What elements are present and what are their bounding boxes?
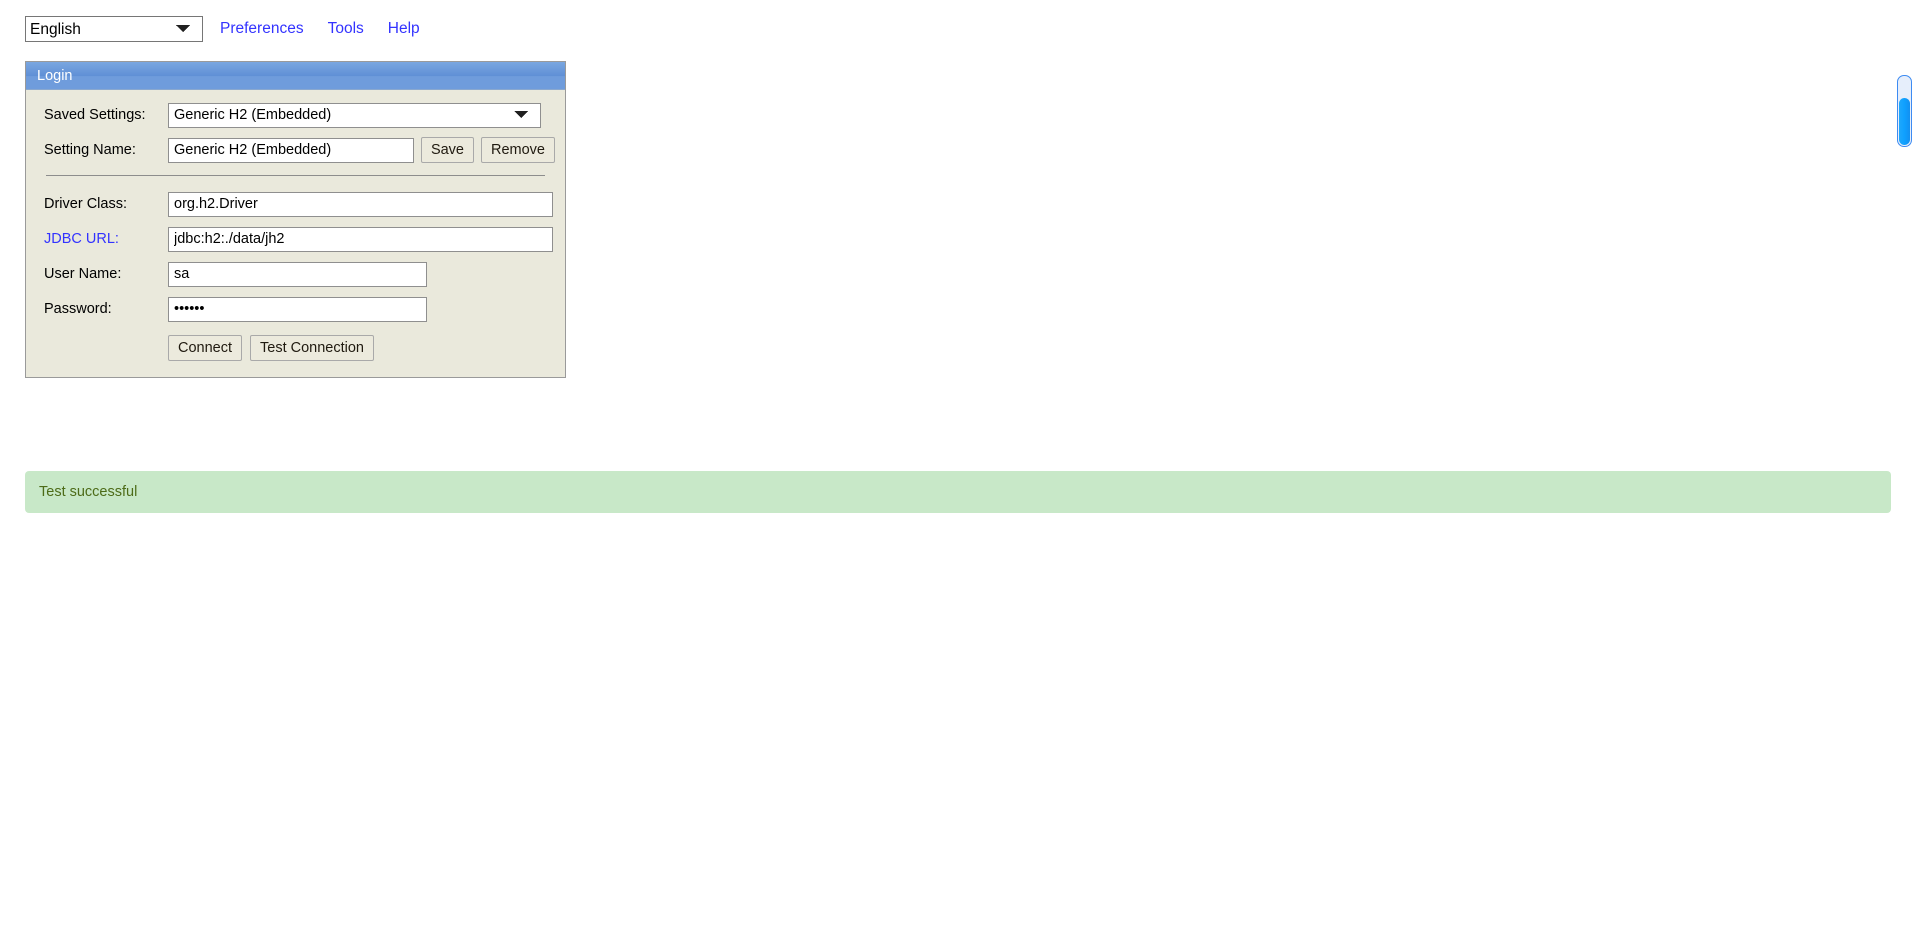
connect-button[interactable]: Connect	[168, 335, 243, 361]
scrollbar-thumb[interactable]	[1899, 98, 1910, 145]
driver-class-input[interactable]	[168, 191, 553, 217]
save-setting-button[interactable]: Save	[420, 137, 474, 163]
toolbar-link-preferences[interactable]: Preferences	[220, 20, 304, 38]
setting-name-row: Setting Name: Save Remove	[36, 137, 555, 163]
status-message-bar: Test successful	[25, 471, 1891, 513]
saved-settings-select[interactable]: Generic H2 (Embedded)	[168, 102, 541, 128]
status-message-text: Test successful	[39, 484, 138, 500]
login-actions: Connect Test Connection	[36, 335, 555, 361]
jdbc-url-label[interactable]: JDBC URL:	[36, 231, 168, 247]
toolbar-links: Preferences Tools Help	[220, 20, 444, 38]
login-form: Saved Settings: Generic H2 (Embedded) Se…	[26, 90, 565, 377]
login-panel-header: Login	[26, 62, 565, 90]
language-select[interactable]: English	[25, 16, 203, 42]
vertical-scrollbar[interactable]	[1897, 75, 1912, 147]
setting-name-input[interactable]	[168, 137, 414, 163]
password-row: Password:	[36, 296, 555, 322]
user-name-label: User Name:	[44, 266, 122, 282]
user-name-input[interactable]	[168, 261, 427, 287]
driver-class-label: Driver Class:	[44, 196, 127, 212]
user-name-row: User Name:	[36, 261, 555, 287]
jdbc-url-row: JDBC URL:	[36, 226, 555, 252]
form-divider	[46, 175, 545, 176]
toolbar-link-tools[interactable]: Tools	[328, 20, 364, 38]
password-input[interactable]	[168, 296, 427, 322]
login-panel: Login Saved Settings: Generic H2 (Embedd…	[25, 61, 566, 378]
password-label: Password:	[44, 301, 112, 317]
top-toolbar: English Preferences Tools Help	[0, 0, 1920, 58]
saved-settings-label: Saved Settings:	[44, 107, 146, 123]
toolbar-link-help[interactable]: Help	[388, 20, 420, 38]
saved-settings-row: Saved Settings: Generic H2 (Embedded)	[36, 102, 555, 128]
remove-setting-button[interactable]: Remove	[481, 137, 555, 163]
jdbc-url-input[interactable]	[168, 226, 553, 252]
setting-name-label: Setting Name:	[44, 142, 136, 158]
test-connection-button[interactable]: Test Connection	[250, 335, 374, 361]
driver-class-row: Driver Class:	[36, 191, 555, 217]
